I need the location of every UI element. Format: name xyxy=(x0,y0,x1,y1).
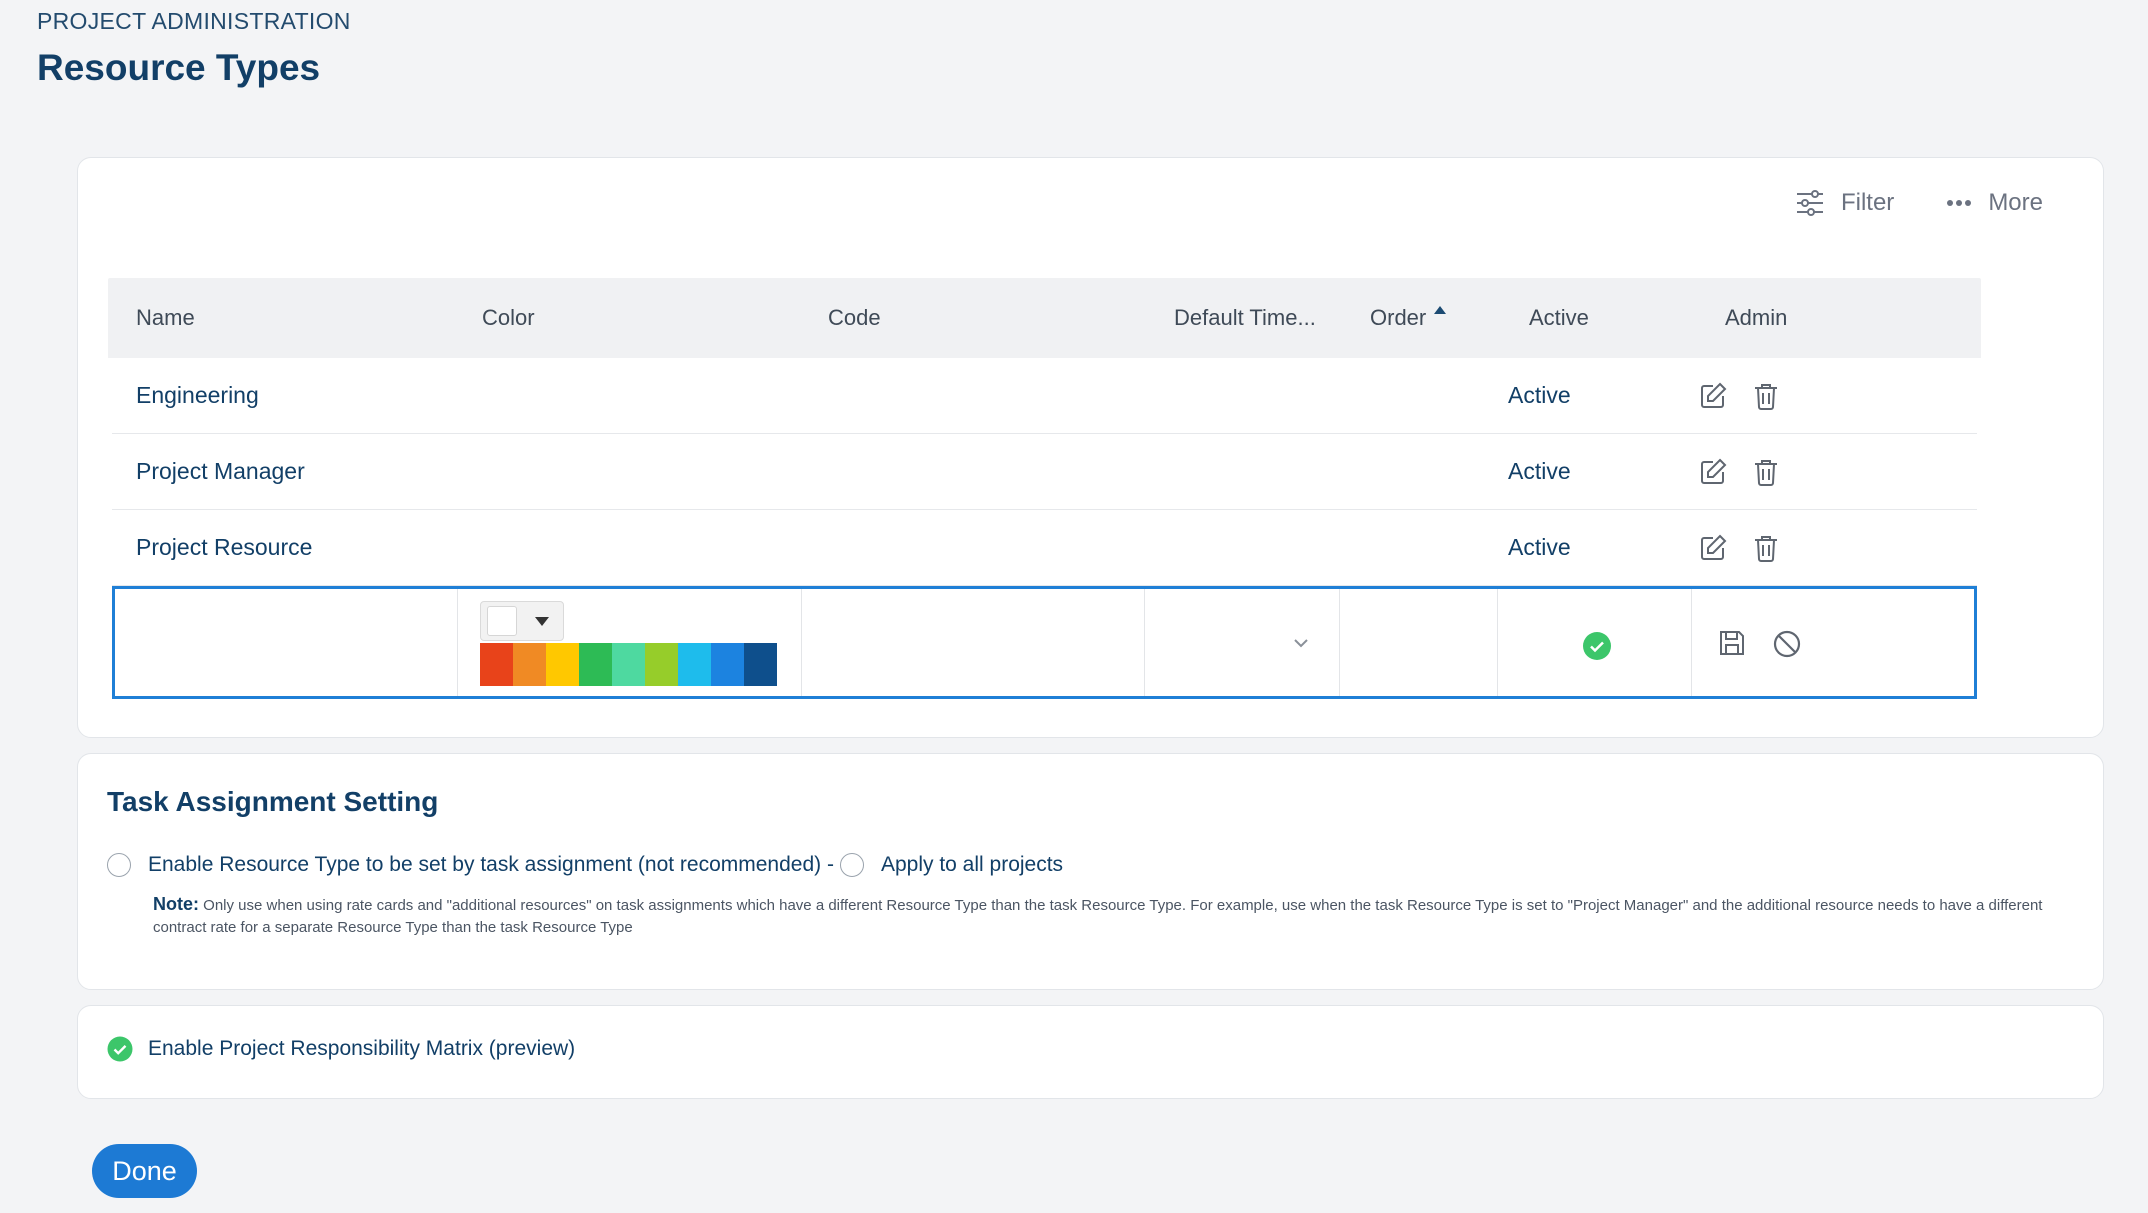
color-swatch[interactable] xyxy=(546,643,580,686)
new-row-editor xyxy=(112,586,1977,699)
color-swatch[interactable] xyxy=(579,643,613,686)
active-checkbox[interactable] xyxy=(1582,631,1612,666)
ellipsis-icon xyxy=(1946,199,1972,207)
color-cell xyxy=(458,589,802,696)
note-text: Note: Only use when using rate cards and… xyxy=(153,893,2073,939)
color-swatch[interactable] xyxy=(711,643,745,686)
caret-down-icon xyxy=(535,616,550,626)
filter-button[interactable]: Filter xyxy=(1795,188,1894,218)
color-palette xyxy=(480,643,778,686)
color-swatch[interactable] xyxy=(612,643,646,686)
table-row: Project Resource Active xyxy=(112,510,1977,586)
sort-ascending-icon xyxy=(1434,306,1447,314)
task-assignment-options: Enable Resource Type to be set by task a… xyxy=(107,853,1063,877)
page-title: Resource Types xyxy=(37,47,321,88)
column-header-order-label: Order xyxy=(1370,305,1427,330)
row-admin-actions xyxy=(1673,458,1977,486)
row-admin-actions xyxy=(1673,382,1977,410)
matrix-toggle: Enable Project Responsibility Matrix (pr… xyxy=(107,1036,575,1062)
enable-task-assignment-label: Enable Resource Type to be set by task a… xyxy=(148,853,834,876)
row-name: Project Resource xyxy=(136,534,313,560)
name-input[interactable] xyxy=(115,589,459,696)
matrix-checkbox[interactable] xyxy=(107,1036,133,1062)
resource-types-table: Name Color Code Default Time... Order Ac… xyxy=(108,278,1981,699)
selected-color-swatch xyxy=(487,606,518,636)
default-time-select[interactable] xyxy=(1145,589,1340,696)
resource-types-card: Filter More Name Color Code Default Time… xyxy=(77,157,2104,738)
table-toolbar: Filter More xyxy=(1795,188,2043,218)
row-name: Engineering xyxy=(136,382,259,408)
column-header-name[interactable]: Name xyxy=(108,305,454,331)
breadcrumb: PROJECT ADMINISTRATION xyxy=(37,8,351,34)
trash-icon[interactable] xyxy=(1753,382,1779,410)
trash-icon[interactable] xyxy=(1753,534,1779,562)
section-title: Task Assignment Setting xyxy=(107,786,439,817)
edit-actions-cell xyxy=(1692,589,1974,696)
row-active-status: Active xyxy=(1507,534,1571,560)
trash-icon[interactable] xyxy=(1753,458,1779,486)
active-cell xyxy=(1498,589,1693,696)
enable-task-assignment-radio[interactable] xyxy=(107,853,131,877)
code-input[interactable] xyxy=(802,589,1146,696)
color-swatch[interactable] xyxy=(744,643,778,686)
column-header-admin: Admin xyxy=(1725,305,1788,330)
note-label: Note: xyxy=(153,894,199,914)
column-header-color[interactable]: Color xyxy=(454,305,800,331)
row-active-status: Active xyxy=(1507,458,1571,484)
filter-icon xyxy=(1795,188,1825,218)
edit-actions xyxy=(1718,629,1802,659)
cancel-icon[interactable] xyxy=(1772,629,1802,659)
save-icon[interactable] xyxy=(1718,629,1746,659)
table-header: Name Color Code Default Time... Order Ac… xyxy=(108,278,1981,358)
task-assignment-card: Task Assignment Setting Enable Resource … xyxy=(77,753,2104,990)
color-swatch[interactable] xyxy=(678,643,712,686)
column-header-default-time[interactable]: Default Time... xyxy=(1146,305,1342,331)
chevron-down-icon xyxy=(1293,635,1309,653)
note-body: Only use when using rate cards and "addi… xyxy=(153,897,2043,936)
row-name: Project Manager xyxy=(136,458,305,484)
edit-icon[interactable] xyxy=(1699,534,1727,562)
filter-label: Filter xyxy=(1840,189,1895,216)
edit-icon[interactable] xyxy=(1699,382,1727,410)
table-row: Engineering Active xyxy=(112,358,1977,434)
table-row: Project Manager Active xyxy=(112,434,1977,510)
row-active-status: Active xyxy=(1507,382,1571,408)
responsibility-matrix-card: Enable Project Responsibility Matrix (pr… xyxy=(77,1005,2104,1099)
color-picker xyxy=(480,601,778,686)
column-header-code[interactable]: Code xyxy=(800,305,1146,331)
color-swatch[interactable] xyxy=(513,643,547,686)
color-swatch[interactable] xyxy=(645,643,679,686)
row-admin-actions xyxy=(1673,534,1977,562)
done-button[interactable]: Done xyxy=(92,1144,197,1198)
more-label: More xyxy=(1988,189,2043,216)
color-dropdown[interactable] xyxy=(480,601,565,641)
matrix-label: Enable Project Responsibility Matrix (pr… xyxy=(148,1037,576,1060)
apply-all-projects-label: Apply to all projects xyxy=(880,853,1064,876)
more-button[interactable]: More xyxy=(1946,189,2043,217)
column-header-order[interactable]: Order xyxy=(1342,305,1501,331)
column-header-active[interactable]: Active xyxy=(1501,305,1697,331)
apply-all-projects-radio[interactable] xyxy=(839,853,864,877)
edit-icon[interactable] xyxy=(1699,458,1727,486)
order-input[interactable] xyxy=(1340,589,1498,696)
page-header: PROJECT ADMINISTRATION Resource Types xyxy=(37,8,351,89)
color-swatch[interactable] xyxy=(480,643,514,686)
